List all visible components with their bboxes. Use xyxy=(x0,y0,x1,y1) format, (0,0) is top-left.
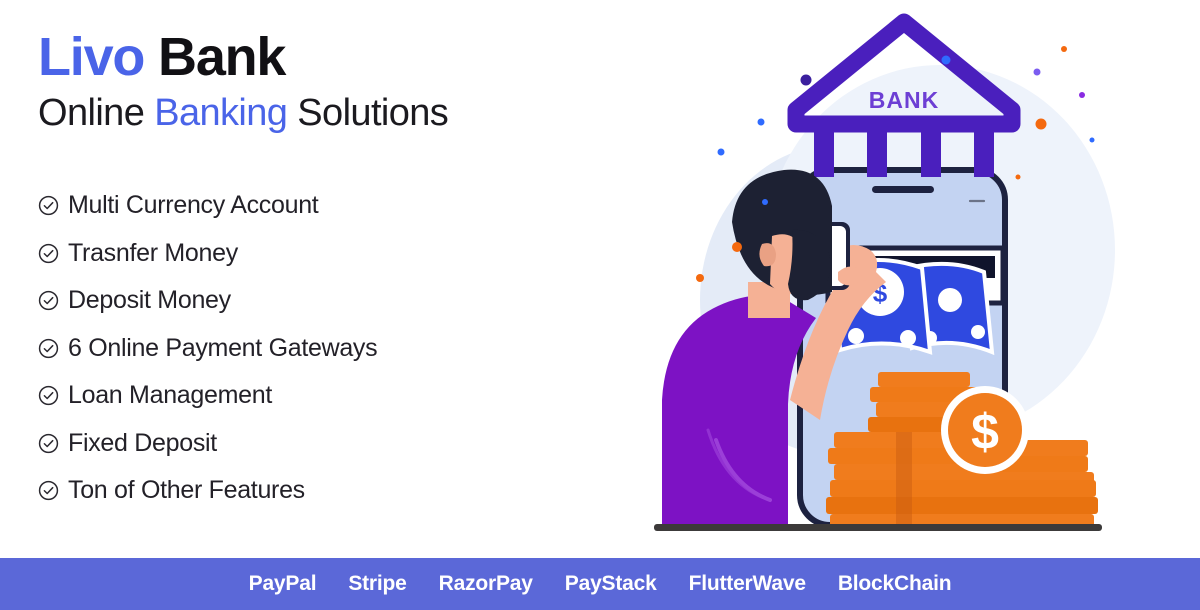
check-circle-icon xyxy=(38,290,59,311)
check-circle-icon xyxy=(38,433,59,454)
subtitle-accent: Banking xyxy=(154,92,288,134)
ground-line xyxy=(654,524,1102,531)
confetti-dot xyxy=(762,199,768,205)
bank-sign-text: BANK xyxy=(869,87,939,113)
phone-speaker-bar xyxy=(872,186,934,193)
payment-providers-bar: PayPal Stripe RazorPay PayStack FlutterW… xyxy=(0,558,1200,610)
payment-providers-list: PayPal Stripe RazorPay PayStack FlutterW… xyxy=(249,572,952,596)
feature-label: Deposit Money xyxy=(68,286,231,315)
check-circle-icon xyxy=(38,385,59,406)
subtitle-post: Solutions xyxy=(287,92,449,134)
banking-illustration: BANK $ $ xyxy=(640,0,1200,558)
page-subtitle: Online Banking Solutions xyxy=(38,92,449,134)
payment-provider-blockchain: BlockChain xyxy=(837,572,952,595)
list-item: Ton of Other Features xyxy=(38,467,638,515)
confetti-dot xyxy=(717,148,725,156)
list-item: Multi Currency Account xyxy=(38,182,638,230)
list-item: 6 Online Payment Gateways xyxy=(38,325,638,373)
coin-symbol: $ xyxy=(971,404,999,460)
check-circle-icon xyxy=(38,480,59,501)
payment-provider-stripe: Stripe xyxy=(348,572,407,595)
confetti-dot xyxy=(1061,46,1067,52)
payment-provider-flutterwave: FlutterWave xyxy=(688,572,806,595)
payment-provider-razorpay: RazorPay xyxy=(438,572,533,595)
confetti-dot xyxy=(1015,174,1021,180)
check-circle-icon xyxy=(38,195,59,216)
confetti-dot xyxy=(696,274,704,282)
confetti-dot xyxy=(1033,68,1041,76)
feature-label: Ton of Other Features xyxy=(68,476,305,505)
list-item: Fixed Deposit xyxy=(38,420,638,468)
feature-list: Multi Currency Account Trasnfer Money De… xyxy=(38,182,638,515)
confetti-dot xyxy=(757,118,765,126)
coin-seam xyxy=(896,432,912,528)
brand-name-accent: Livo xyxy=(38,27,145,87)
dollar-coin: $ xyxy=(941,386,1029,474)
feature-label: 6 Online Payment Gateways xyxy=(68,333,378,362)
feature-label: Multi Currency Account xyxy=(68,191,319,220)
check-circle-icon xyxy=(38,338,59,359)
coin-stack-base xyxy=(826,480,1098,528)
feature-label: Fixed Deposit xyxy=(68,428,217,457)
list-item: Deposit Money xyxy=(38,277,638,325)
check-circle-icon xyxy=(38,243,59,264)
list-item: Trasnfer Money xyxy=(38,230,638,278)
list-item: Loan Management xyxy=(38,372,638,420)
payment-provider-paystack: PayStack xyxy=(564,572,657,595)
page-title: Livo Bank xyxy=(38,27,286,87)
confetti-dot xyxy=(941,55,951,65)
feature-label: Loan Management xyxy=(68,381,272,410)
brand-name-rest: Bank xyxy=(144,27,286,87)
confetti-dot xyxy=(1089,137,1095,143)
confetti-dot xyxy=(732,242,742,252)
left-content-pane: Livo Bank Online Banking Solutions Multi… xyxy=(0,0,660,558)
promo-banner: Livo Bank Online Banking Solutions Multi… xyxy=(0,0,1200,610)
confetti-dot xyxy=(800,74,812,86)
subtitle-pre: Online xyxy=(38,92,155,134)
feature-label: Trasnfer Money xyxy=(68,238,238,267)
payment-provider-paypal: PayPal xyxy=(248,572,317,595)
confetti-dot xyxy=(1035,118,1047,130)
confetti-dot xyxy=(1079,92,1085,98)
